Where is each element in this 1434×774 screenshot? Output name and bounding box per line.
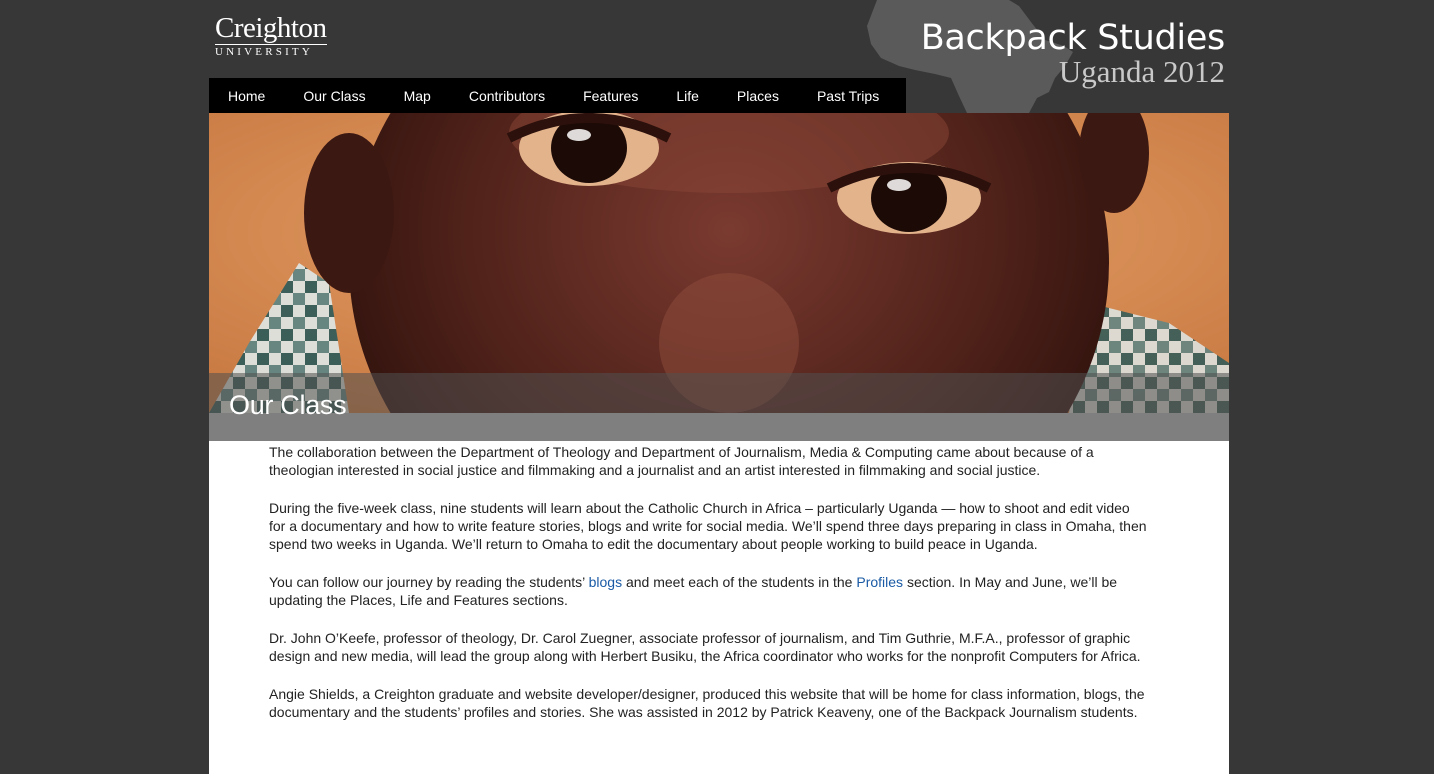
nav-item-map[interactable]: Map	[385, 88, 450, 104]
main-nav: Home Our Class Map Contributors Features…	[209, 78, 906, 113]
nav-item-places[interactable]: Places	[718, 88, 798, 104]
blogs-link[interactable]: blogs	[589, 574, 622, 590]
logo-sub-text: UNIVERSITY	[215, 44, 327, 59]
profiles-link[interactable]: Profiles	[856, 574, 903, 590]
paragraph-collaboration: The collaboration between the Department…	[269, 444, 1094, 478]
site-title[interactable]: Backpack Studies Uganda 2012	[920, 18, 1226, 89]
paragraph-text-2: and meet each of the students in the	[622, 574, 857, 590]
paragraph-text-1: You can follow our journey by reading th…	[269, 574, 589, 590]
creighton-logo[interactable]: Creighton UNIVERSITY	[215, 14, 327, 59]
paragraph-website: Angie Shields, a Creighton graduate and …	[269, 686, 1145, 720]
title-band-lower	[209, 413, 1229, 441]
site-title-sub: Uganda 2012	[1058, 54, 1225, 89]
nav-item-our-class[interactable]: Our Class	[284, 88, 384, 104]
nav-item-home[interactable]: Home	[209, 88, 284, 104]
nav-item-life[interactable]: Life	[657, 88, 718, 104]
paragraph-faculty: Dr. John O’Keefe, professor of theology,…	[269, 630, 1141, 664]
nav-item-contributors[interactable]: Contributors	[450, 88, 564, 104]
nav-item-past-trips[interactable]: Past Trips	[798, 88, 898, 104]
hero-image	[209, 113, 1229, 413]
hero-photo	[209, 113, 1229, 413]
page: Creighton UNIVERSITY Backpack Studies Ug…	[0, 0, 1434, 774]
main-content: The collaboration between the Department…	[209, 441, 1229, 774]
nav-item-features[interactable]: Features	[564, 88, 657, 104]
logo-main-text: Creighton	[215, 12, 327, 44]
paragraph-follow-journey: You can follow our journey by reading th…	[269, 573, 1149, 609]
site-title-main: Backpack Studies	[920, 18, 1226, 58]
page-title: Our Class	[229, 390, 347, 420]
paragraph-five-week-class: During the five-week class, nine student…	[269, 500, 1147, 552]
